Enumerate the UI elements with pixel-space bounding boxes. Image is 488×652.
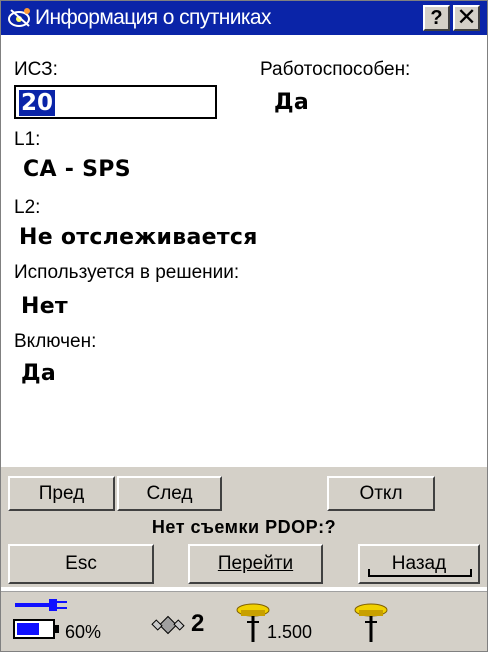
isz-label: ИСЗ: <box>14 59 58 80</box>
satellite-count-icon[interactable] <box>151 608 185 647</box>
help-button[interactable]: ? <box>423 5 450 31</box>
rover-antenna-icon[interactable] <box>351 600 391 649</box>
esc-button[interactable]: Esc <box>8 544 154 584</box>
next-button[interactable]: След <box>117 476 222 511</box>
disable-button[interactable]: Откл <box>327 476 435 511</box>
used-in-solution-label: Используется в решении: <box>14 262 240 283</box>
healthy-value: Да <box>274 90 310 115</box>
healthy-label: Работоспособен: <box>260 59 411 80</box>
power-plug-icon <box>15 598 71 617</box>
l2-label: L2: <box>14 197 41 218</box>
satellite-icon <box>7 6 33 30</box>
enter-key-icon <box>368 569 472 577</box>
isz-value: 20 <box>19 90 56 116</box>
back-button[interactable]: Назад <box>358 544 480 584</box>
window-title: Информация о спутниках <box>35 6 271 29</box>
enabled-label: Включен: <box>14 331 97 352</box>
status-bar: 60% 2 1.500 <box>1 591 487 651</box>
l1-value: CA - SPS <box>23 157 131 182</box>
title-bar: Информация о спутниках ? ✕ <box>1 1 487 35</box>
enabled-value: Да <box>21 361 57 386</box>
battery-icon[interactable] <box>13 618 61 645</box>
antenna-height: 1.500 <box>267 622 313 642</box>
isz-input[interactable]: 20 <box>14 85 217 119</box>
goto-button[interactable]: Перейти <box>188 544 323 584</box>
close-button[interactable]: ✕ <box>453 5 480 31</box>
battery-percent: 60% <box>65 622 102 642</box>
l1-label: L1: <box>14 129 41 150</box>
satellite-info-window: Информация о спутниках ? ✕ ИСЗ: 20 Работ… <box>0 0 488 652</box>
survey-status: Нет съемки PDOP:? <box>151 517 337 537</box>
used-in-solution-value: Нет <box>21 294 68 319</box>
prev-button[interactable]: Пред <box>8 476 115 511</box>
satellites-count: 2 <box>191 610 205 637</box>
l2-value: Не отслеживается <box>19 225 258 250</box>
